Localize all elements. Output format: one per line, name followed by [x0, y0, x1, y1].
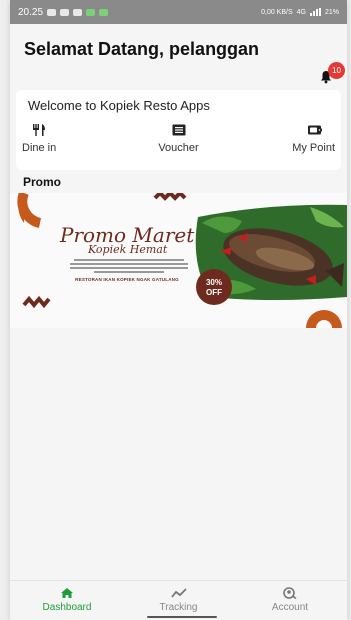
network-speed: 0,00 KB/S: [261, 8, 293, 16]
svg-text:30%: 30%: [206, 278, 222, 287]
header: Selamat Datang, pelanggan 10: [10, 24, 347, 86]
app-screen: 20.25 0,00 KB/S 4G 21% Selamat Datang, p…: [10, 0, 347, 620]
home-indicator: [147, 616, 217, 618]
voucher-button[interactable]: Voucher: [139, 123, 219, 154]
quick-menu: Dine in Voucher My Point: [22, 123, 335, 154]
my-point-label: My Point: [292, 142, 335, 154]
welcome-card: Welcome to Kopiek Resto Apps Dine in Vou…: [16, 90, 341, 170]
promo-banner-art: 30% OFF: [17, 193, 347, 328]
status-right: 0,00 KB/S 4G 21%: [261, 8, 339, 16]
dine-in-button[interactable]: Dine in: [22, 123, 102, 154]
promo-heading: Promo: [23, 175, 62, 189]
signal-icon: [309, 8, 321, 16]
nav-dashboard[interactable]: Dashboard: [32, 587, 102, 620]
voucher-icon: [172, 124, 185, 136]
welcome-title: Welcome to Kopiek Resto Apps: [28, 98, 210, 113]
bottom-navigation: Dashboard Tracking Account: [10, 580, 347, 620]
orange-arc-decoration: [306, 310, 342, 328]
voucher-label: Voucher: [158, 142, 199, 154]
home-icon: [61, 588, 73, 598]
music-icon: [73, 8, 83, 16]
status-bar: 20.25 0,00 KB/S 4G 21%: [10, 0, 347, 24]
status-time: 20.25: [18, 6, 44, 18]
wallet-icon: [308, 125, 322, 135]
my-point-button[interactable]: My Point: [255, 123, 335, 154]
zigzag-decoration: [22, 295, 51, 309]
tracking-icon: [170, 588, 187, 598]
dine-in-label: Dine in: [22, 142, 57, 154]
message-icon: [60, 8, 70, 16]
status-left: 20.25: [18, 6, 109, 18]
app-icon: [99, 8, 109, 16]
battery-level: 21%: [324, 8, 339, 16]
nav-account-label: Account: [271, 602, 309, 613]
nav-dashboard-label: Dashboard: [42, 602, 92, 613]
nav-tracking-label: Tracking: [159, 602, 198, 613]
promo-banner-footer: RESTORAN IKAN KOPIEK NGAK GATULANG: [75, 277, 179, 282]
orange-arc: [17, 193, 42, 228]
svg-text:OFF: OFF: [206, 288, 222, 297]
account-icon: [283, 587, 297, 599]
zigzag-decoration: [153, 193, 187, 201]
promo-banner-subtitle: Kopiek Hemat: [88, 243, 168, 256]
nav-account[interactable]: Account: [255, 587, 325, 620]
greeting-title: Selamat Datang, pelanggan: [24, 39, 260, 59]
notification-icon: [47, 8, 57, 16]
network-type: 4G: [296, 8, 306, 16]
app-icon: [86, 8, 96, 16]
promo-banner[interactable]: 30% OFF Promo Maret Kopiek Hemat RESTORA…: [10, 193, 347, 328]
notification-badge: 10: [328, 62, 345, 79]
dine-in-icon: [33, 124, 45, 136]
discount-badge-shape: [196, 269, 232, 305]
